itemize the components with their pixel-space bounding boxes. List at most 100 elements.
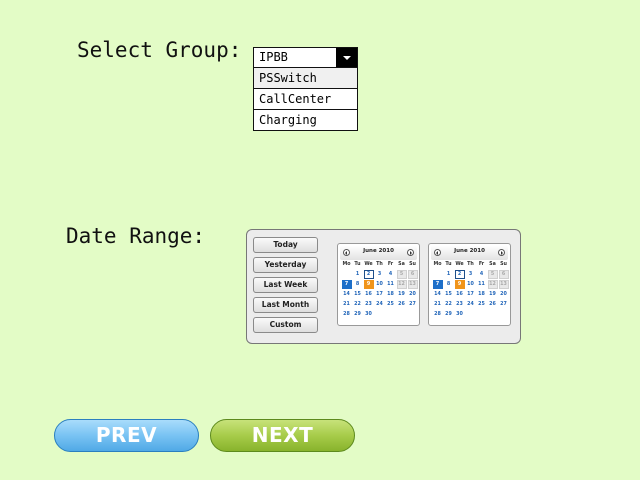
calendar-day[interactable]: 15 (353, 290, 363, 299)
calendar-day[interactable]: 29 (353, 310, 363, 319)
calendar-empty (487, 310, 498, 320)
calendar-day[interactable]: 5 (396, 270, 407, 279)
weekday-header: Tu (354, 262, 361, 267)
preset-last-month-button[interactable]: Last Month (253, 297, 318, 313)
calendar-day[interactable]: 13 (407, 280, 418, 289)
weekday-header: Su (500, 262, 507, 267)
calendar-empty (465, 310, 476, 320)
group-dropdown[interactable]: IPBB PSSwitch CallCenter Charging (253, 47, 358, 131)
calendar-day[interactable]: 17 (375, 290, 385, 299)
calendar-day[interactable]: 30 (455, 310, 465, 319)
calendar-day[interactable]: 11 (477, 280, 487, 289)
calendar-day[interactable]: 5 (487, 270, 498, 279)
calendar-day[interactable]: 7 (432, 280, 443, 289)
calendar-empty (396, 310, 407, 320)
calendar-day[interactable]: 4 (386, 270, 396, 279)
next-button[interactable]: NEXT (210, 419, 355, 452)
calendar-day[interactable]: 23 (364, 300, 374, 309)
weekday-header: We (455, 262, 464, 267)
preset-today-button[interactable]: Today (253, 237, 318, 253)
next-month-icon[interactable] (407, 249, 414, 256)
calendar-day[interactable]: 26 (488, 300, 498, 309)
calendar-day[interactable]: 2 (454, 270, 465, 279)
end-calendar: June 2010 Mo Tu We Th Fr Sa Su 1 2 3 4 5 6 7 8 9 10 11 12 1… (428, 243, 511, 326)
calendar-day[interactable]: 9 (454, 280, 465, 289)
calendar-day[interactable]: 10 (466, 280, 476, 289)
weekday-header: Th (467, 262, 474, 267)
calendar-day[interactable]: 6 (498, 270, 509, 279)
group-option-psswitch[interactable]: PSSwitch (254, 68, 357, 89)
calendar-day[interactable]: 8 (444, 280, 454, 289)
group-option-callcenter[interactable]: CallCenter (254, 89, 357, 110)
calendar-day[interactable]: 19 (488, 290, 498, 299)
calendar-day[interactable]: 27 (408, 300, 418, 309)
calendar-day[interactable]: 25 (386, 300, 396, 309)
calendar-empty (476, 310, 487, 320)
calendar-day[interactable]: 3 (375, 270, 385, 279)
calendar-day[interactable]: 16 (455, 290, 465, 299)
calendar-day[interactable]: 30 (364, 310, 374, 319)
calendar-day[interactable]: 9 (363, 280, 374, 289)
calendar-day[interactable]: 19 (397, 290, 407, 299)
calendar-day[interactable]: 23 (455, 300, 465, 309)
calendar-day[interactable]: 21 (433, 300, 443, 309)
select-group-label: Select Group: (77, 38, 242, 62)
calendar-day[interactable]: 24 (375, 300, 385, 309)
weekday-header: Mo (342, 262, 351, 267)
calendar-day[interactable]: 4 (477, 270, 487, 279)
weekday-header: Th (376, 262, 383, 267)
calendar-day[interactable]: 6 (407, 270, 418, 279)
calendar-day[interactable]: 13 (498, 280, 509, 289)
calendar-empty (432, 270, 443, 280)
calendar-day[interactable]: 3 (466, 270, 476, 279)
calendar-day[interactable]: 10 (375, 280, 385, 289)
calendar-header: June 2010 (431, 246, 508, 260)
calendar-empty (407, 310, 418, 320)
calendar-day[interactable]: 16 (364, 290, 374, 299)
calendar-day[interactable]: 14 (342, 290, 352, 299)
group-select[interactable]: IPBB (253, 47, 358, 68)
calendar-day[interactable]: 20 (408, 290, 418, 299)
calendar-empty (374, 310, 385, 320)
preset-custom-button[interactable]: Custom (253, 317, 318, 333)
calendar-day[interactable]: 12 (396, 280, 407, 289)
calendar-title: June 2010 (363, 248, 394, 254)
calendar-day[interactable]: 18 (386, 290, 396, 299)
calendar-day[interactable]: 1 (353, 270, 363, 279)
calendar-day[interactable]: 11 (386, 280, 396, 289)
calendar-day[interactable]: 25 (477, 300, 487, 309)
calendar-day[interactable]: 22 (353, 300, 363, 309)
calendar-day[interactable]: 22 (444, 300, 454, 309)
calendar-day[interactable]: 24 (466, 300, 476, 309)
calendar-day[interactable]: 17 (466, 290, 476, 299)
calendar-day[interactable]: 21 (342, 300, 352, 309)
calendar-day[interactable]: 7 (341, 280, 352, 289)
weekday-header: Tu (445, 262, 452, 267)
group-selected-value: IPBB (259, 50, 288, 64)
group-options-list: PSSwitch CallCenter Charging (253, 68, 358, 131)
calendar-day[interactable]: 12 (487, 280, 498, 289)
calendar-empty (341, 270, 352, 280)
calendar-day[interactable]: 15 (444, 290, 454, 299)
calendar-day[interactable]: 28 (433, 310, 443, 319)
preset-yesterday-button[interactable]: Yesterday (253, 257, 318, 273)
calendar-day[interactable]: 18 (477, 290, 487, 299)
calendar-day[interactable]: 20 (499, 290, 509, 299)
calendar-day[interactable]: 1 (444, 270, 454, 279)
calendar-day[interactable]: 29 (444, 310, 454, 319)
calendar-day[interactable]: 8 (353, 280, 363, 289)
chevron-down-icon[interactable] (336, 48, 357, 67)
date-range-picker: Today Yesterday Last Week Last Month Cus… (246, 229, 521, 344)
calendar-day[interactable]: 27 (499, 300, 509, 309)
group-option-charging[interactable]: Charging (254, 110, 357, 131)
calendar-day[interactable]: 28 (342, 310, 352, 319)
next-month-icon[interactable] (498, 249, 505, 256)
preset-last-week-button[interactable]: Last Week (253, 277, 318, 293)
calendar-day[interactable]: 2 (363, 270, 374, 279)
calendar-header: June 2010 (340, 246, 417, 260)
calendar-grid: Mo Tu We Th Fr Sa Su 1 2 3 4 5 6 7 8 9 10 11 12 13 14 15 16 17 1… (432, 260, 509, 320)
calendar-day[interactable]: 14 (433, 290, 443, 299)
prev-button[interactable]: PREV (54, 419, 199, 452)
calendar-day[interactable]: 26 (397, 300, 407, 309)
start-calendar: June 2010 Mo Tu We Th Fr Sa Su 1 2 3 4 5 6 7 8 9 10 11 12 1… (337, 243, 420, 326)
